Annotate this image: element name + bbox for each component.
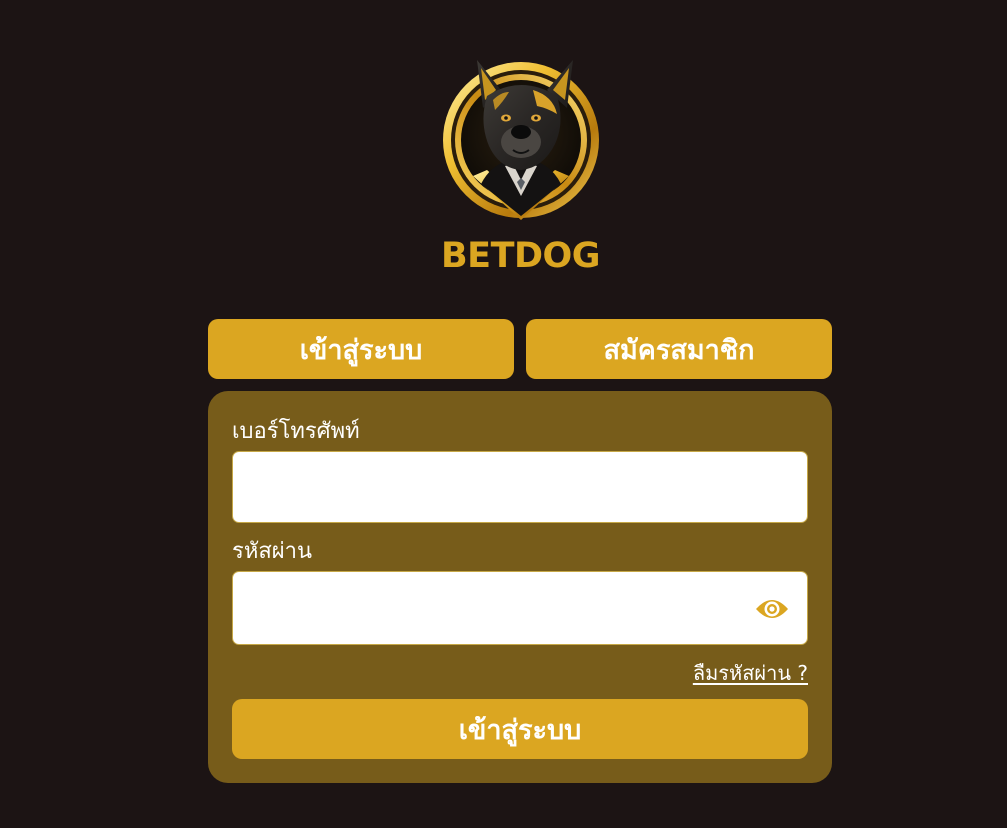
phone-label: เบอร์โทรศัพท์ (232, 419, 360, 444)
brand-title: BETDOG (441, 236, 601, 276)
password-label: รหัสผ่าน (232, 539, 313, 564)
tab-login[interactable]: เข้าสู่ระบบ (208, 319, 514, 379)
phone-field-wrapper (232, 451, 808, 523)
phone-input[interactable] (233, 452, 807, 522)
login-page: BETDOG เข้าสู่ระบบ สมัครสมาชิก เบอร์โทรศ… (0, 0, 1007, 828)
password-input[interactable] (233, 572, 807, 644)
tab-register[interactable]: สมัครสมาชิก (526, 319, 832, 379)
forgot-password-link[interactable]: ลืมรหัสผ่าน ? (693, 657, 808, 689)
eye-icon[interactable] (754, 595, 790, 623)
password-field-wrapper (232, 571, 808, 645)
dog-mascot-logo-icon (443, 56, 599, 222)
login-submit-button[interactable]: เข้าสู่ระบบ (232, 699, 808, 759)
login-form-card: เบอร์โทรศัพท์ รหัสผ่าน ลืมรหัสผ่าน ? เข้… (208, 391, 832, 783)
